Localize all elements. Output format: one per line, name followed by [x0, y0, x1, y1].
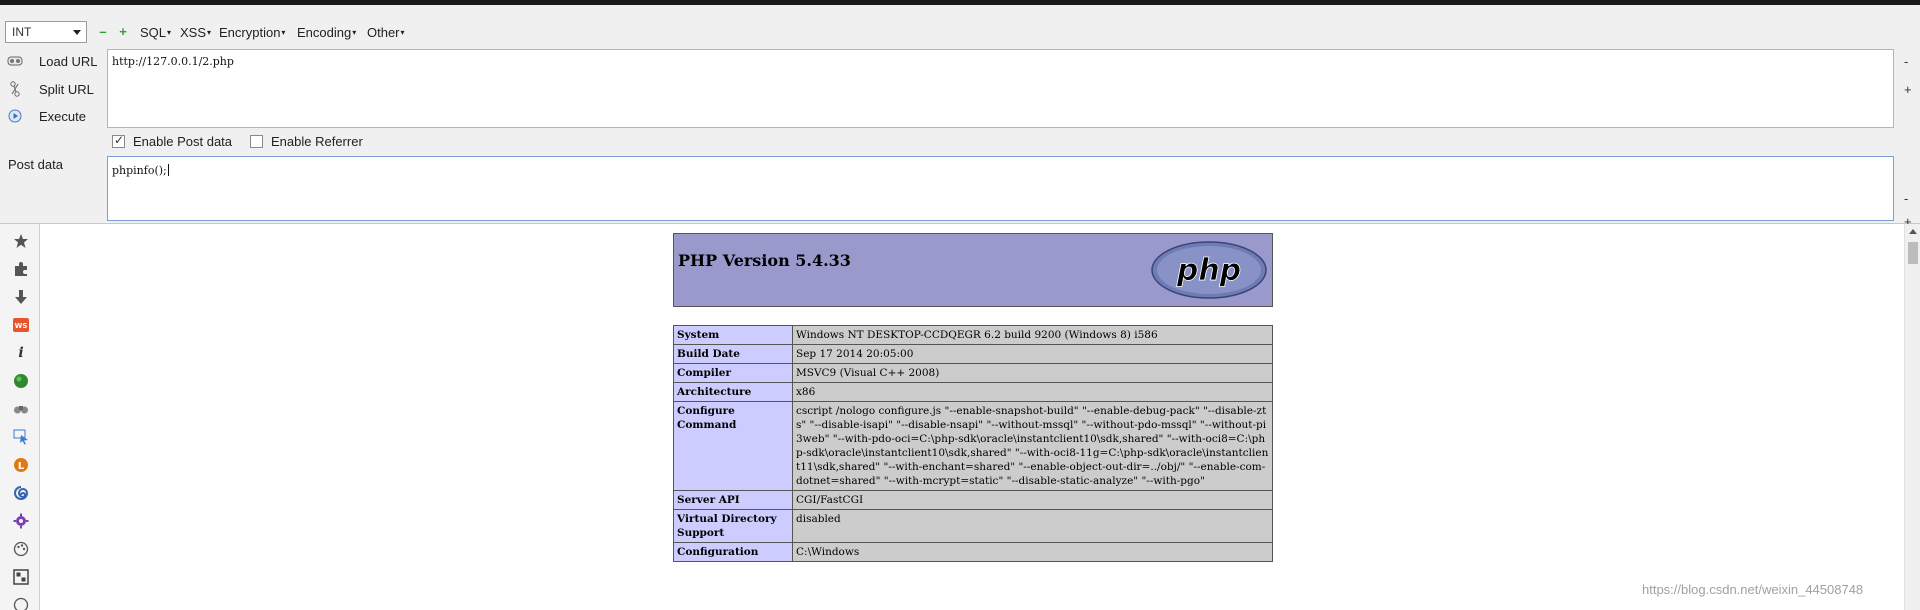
plus-icon[interactable]: +: [118, 25, 128, 38]
palette-icon[interactable]: [12, 540, 30, 558]
table-row: System Windows NT DESKTOP-CCDQEGR 6.2 bui…: [673, 325, 1273, 345]
watermark-text: https://blog.csdn.net/weixin_44508748: [1642, 582, 1864, 597]
hackbar-panel: INT – + SQL▾ XSS▾ Encryption▾ Encoding▾ …: [0, 5, 1920, 229]
svg-text:php: php: [1176, 253, 1241, 288]
table-row: Architecture x86: [673, 382, 1273, 402]
row-key: Configuration: [673, 542, 793, 562]
php-logo: php: [1151, 241, 1267, 299]
menu-encryption[interactable]: Encryption▾: [219, 25, 285, 40]
table-row: Virtual Directory Support disabled: [673, 509, 1273, 543]
puzzle-icon[interactable]: [12, 260, 30, 278]
post-shrink-button[interactable]: -: [1904, 191, 1908, 206]
scroll-thumb[interactable]: [1908, 242, 1918, 264]
info-icon[interactable]: i: [12, 344, 30, 362]
post-data-label: Post data: [8, 157, 63, 172]
binoculars-icon[interactable]: [12, 400, 30, 418]
load-url-icon: [6, 53, 24, 69]
execute-button[interactable]: Execute: [6, 106, 86, 126]
execute-icon: [6, 108, 24, 124]
row-value: cscript /nologo configure.js "--enable-s…: [792, 401, 1273, 491]
download-icon[interactable]: [12, 288, 30, 306]
gear-purple-icon[interactable]: [12, 512, 30, 530]
row-key: Server API: [673, 490, 793, 510]
php-info-table: System Windows NT DESKTOP-CCDQEGR 6.2 bui…: [673, 325, 1273, 562]
vertical-scrollbar[interactable]: [1904, 224, 1920, 610]
post-data-input[interactable]: phpinfo();: [107, 156, 1894, 221]
checkbox-checked[interactable]: [112, 133, 125, 148]
url-shrink-button[interactable]: -: [1904, 54, 1908, 69]
green-globe-icon[interactable]: [12, 372, 30, 390]
table-row: Compiler MSVC9 (Visual C++ 2008): [673, 363, 1273, 383]
row-value: Sep 17 2014 20:05:00: [792, 344, 1273, 364]
svg-text:WS: WS: [15, 322, 28, 330]
menu-xss[interactable]: XSS▾: [180, 25, 211, 40]
grid-icon[interactable]: [12, 568, 30, 586]
menu-other[interactable]: Other▾: [367, 25, 405, 40]
table-row: Configuration C:\Windows: [673, 542, 1273, 562]
row-key: Architecture: [673, 382, 793, 402]
text-cursor: [167, 164, 169, 176]
menu-encoding[interactable]: Encoding▾: [297, 25, 356, 40]
row-key: Compiler: [673, 363, 793, 383]
chevron-down-icon: [73, 30, 81, 35]
table-row: Configure Command cscript /nologo configu…: [673, 401, 1273, 491]
browser-sidebar: WS i L: [0, 224, 40, 610]
url-input[interactable]: http://127.0.0.1/2.php: [107, 49, 1894, 128]
select-value: INT: [12, 25, 32, 39]
row-value: CGI/FastCGI: [792, 490, 1273, 510]
row-key: Build Date: [673, 344, 793, 364]
ws-icon[interactable]: WS: [12, 316, 30, 334]
minus-icon[interactable]: –: [98, 25, 108, 38]
row-value: x86: [792, 382, 1273, 402]
cursor-select-icon[interactable]: [12, 428, 30, 446]
row-key: System: [673, 325, 793, 345]
swirl-icon[interactable]: [12, 484, 30, 502]
row-value: C:\Windows: [792, 542, 1273, 562]
row-value: MSVC9 (Visual C++ 2008): [792, 363, 1273, 383]
split-url-button[interactable]: Split URL: [6, 79, 94, 99]
php-version-title: PHP Version 5.4.33: [678, 251, 851, 270]
orange-l-icon[interactable]: L: [12, 456, 30, 474]
scroll-up-arrow-icon[interactable]: [1909, 229, 1917, 234]
table-row: Server API CGI/FastCGI: [673, 490, 1273, 510]
enable-post-checkbox[interactable]: Enable Post data: [112, 133, 232, 149]
row-key: Virtual Directory Support: [673, 509, 793, 543]
checkbox-unchecked[interactable]: [250, 135, 263, 148]
php-version-header: PHP Version 5.4.33 php: [673, 233, 1273, 307]
enable-referrer-checkbox[interactable]: Enable Referrer: [250, 134, 363, 149]
star-icon[interactable]: [12, 232, 30, 250]
load-url-button[interactable]: Load URL: [6, 51, 98, 71]
row-value: disabled: [792, 509, 1273, 543]
injection-type-select[interactable]: INT: [5, 21, 87, 43]
url-expand-button[interactable]: +: [1904, 82, 1912, 97]
circle-icon[interactable]: [12, 596, 30, 610]
row-key: Configure Command: [673, 401, 793, 491]
menu-sql[interactable]: SQL▾: [140, 25, 171, 40]
table-row: Build Date Sep 17 2014 20:05:00: [673, 344, 1273, 364]
svg-text:L: L: [18, 461, 25, 472]
row-value: Windows NT DESKTOP-CCDQEGR 6.2 build 920…: [792, 325, 1273, 345]
split-url-icon: [6, 81, 24, 97]
